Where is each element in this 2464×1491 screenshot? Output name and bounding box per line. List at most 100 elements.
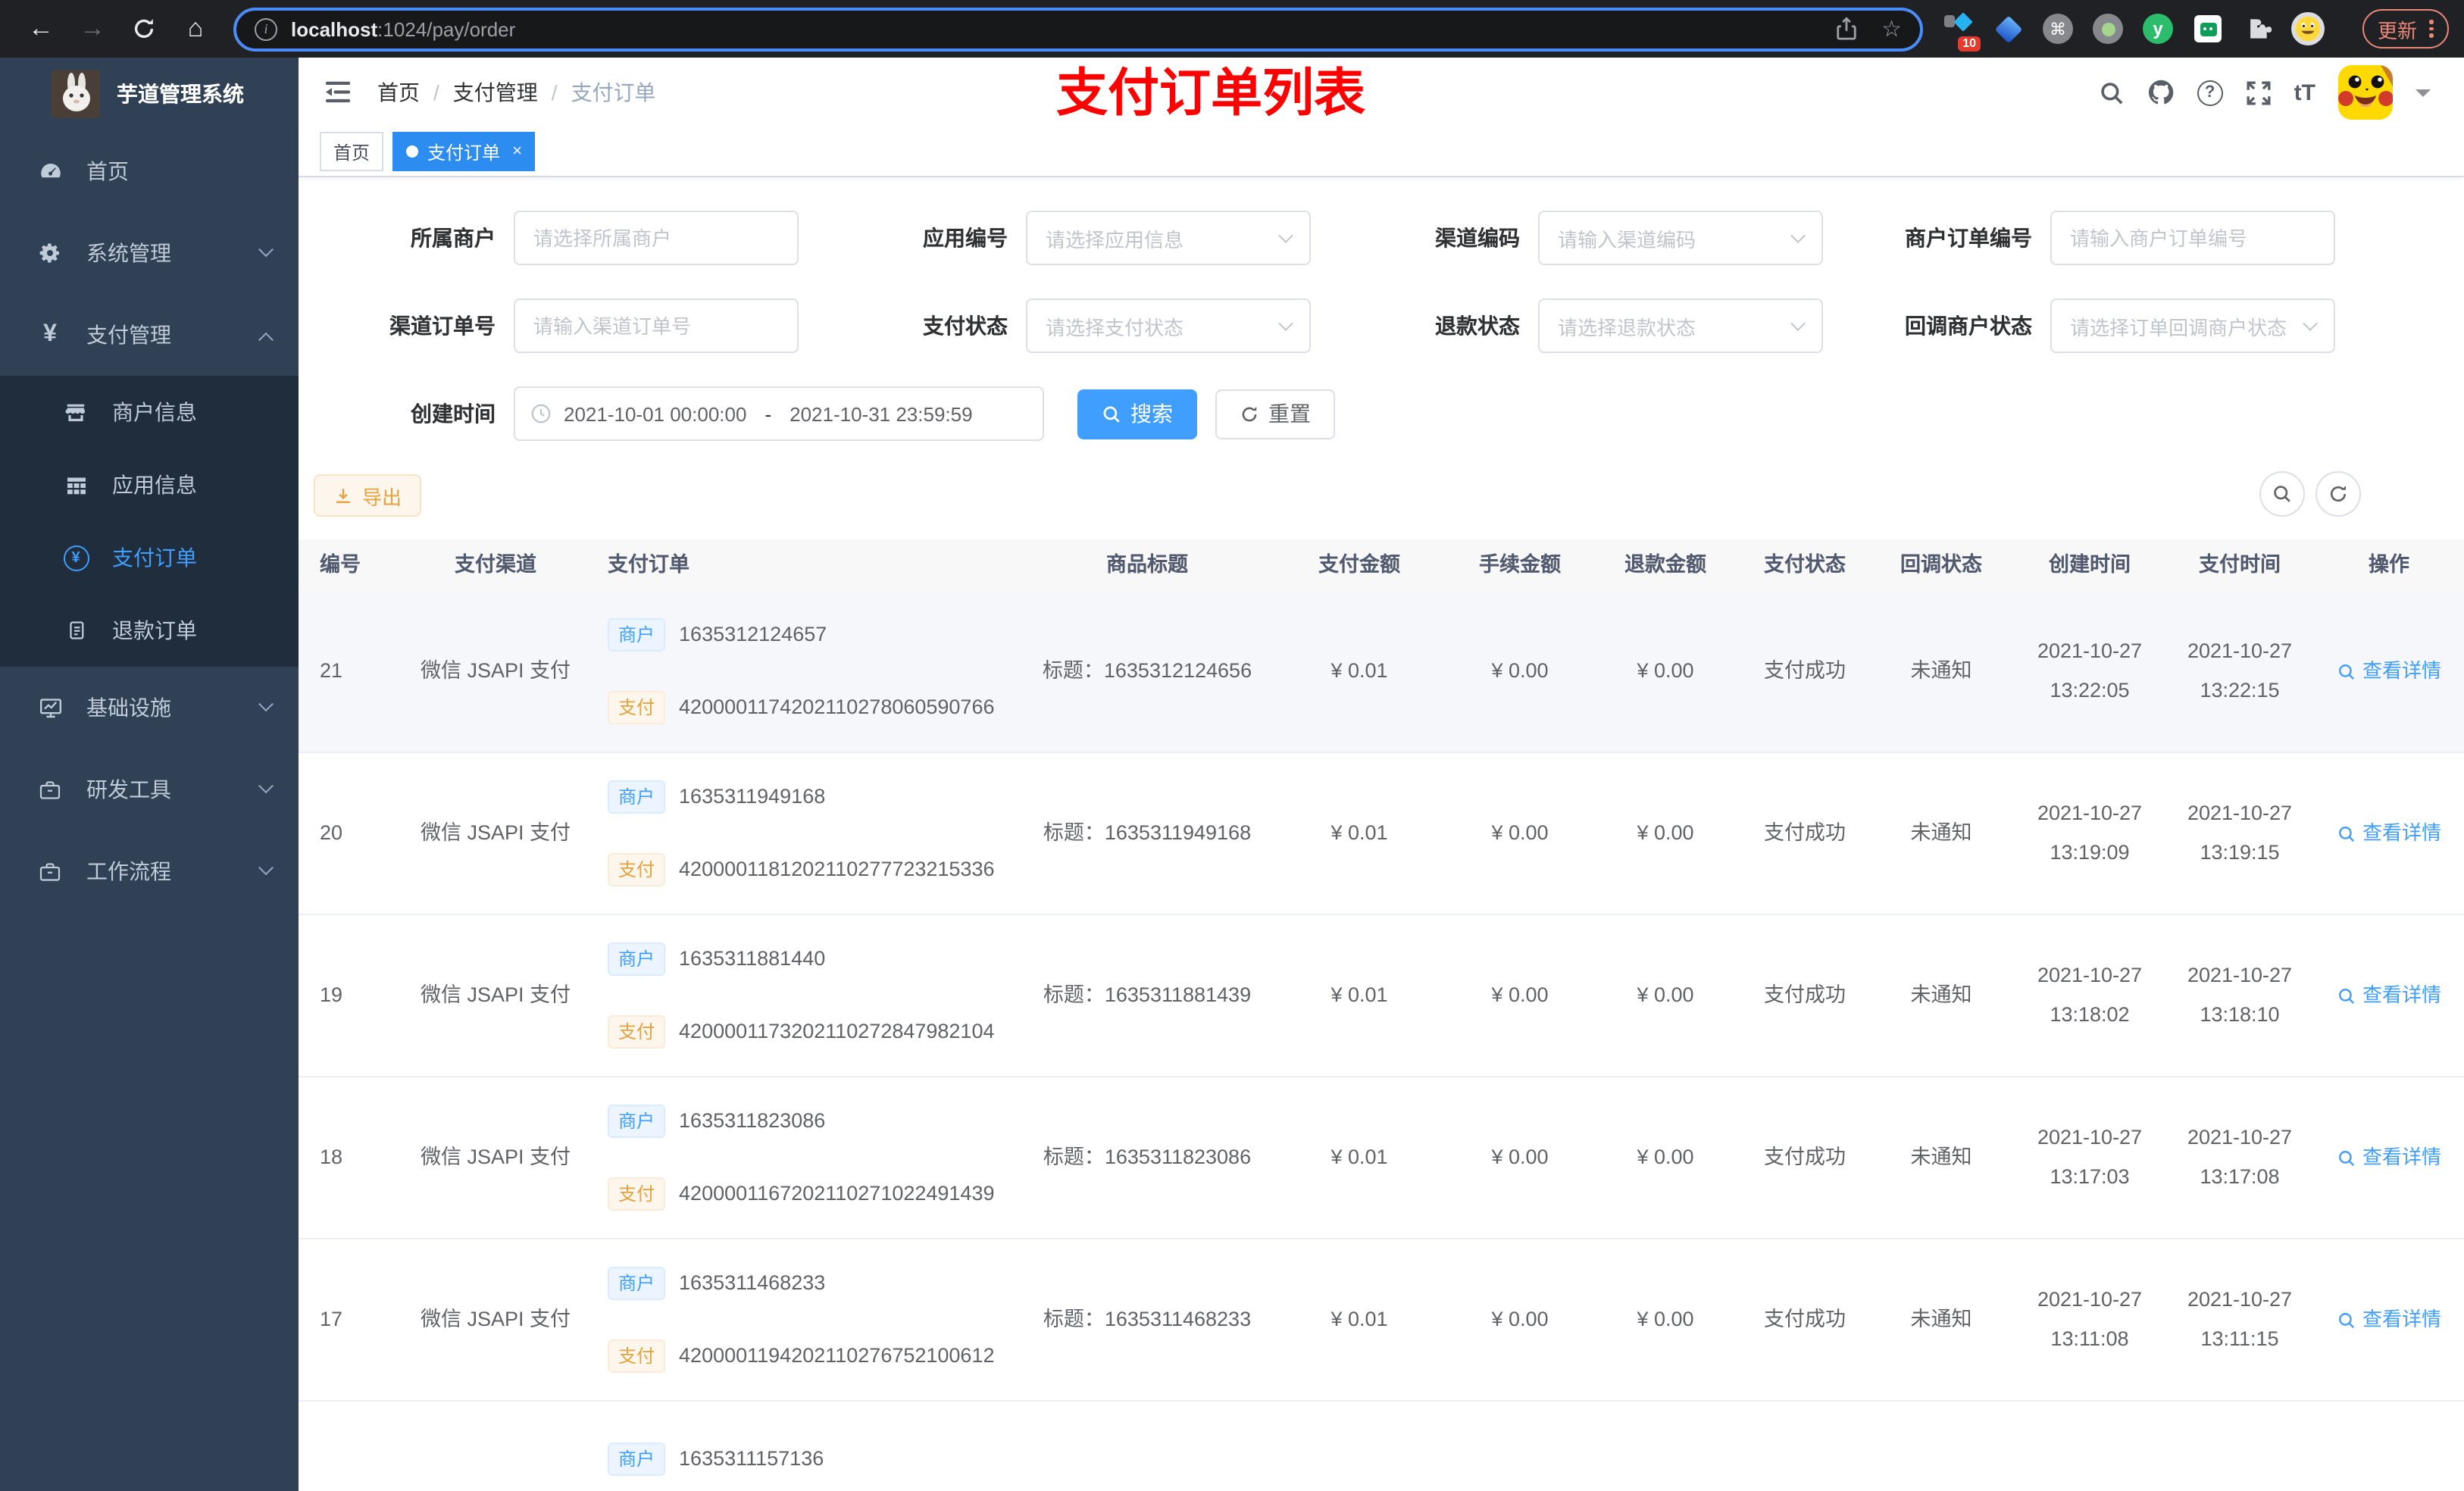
view-detail-link[interactable]: 查看详情	[2337, 976, 2441, 1015]
col-actions: 操作	[2369, 553, 2409, 576]
blocks-extension-icon[interactable]: 10	[1941, 12, 1981, 52]
merchant-order-no-input[interactable]	[2050, 211, 2335, 265]
tab-pay-order[interactable]: 支付订单 ×	[392, 132, 536, 171]
refund-status-select[interactable]: 请选择退款状态	[1538, 299, 1823, 353]
cell-channel: 微信 JSAPI 支付	[420, 983, 571, 1006]
view-detail-link[interactable]: 查看详情	[2337, 1300, 2441, 1339]
avatar-caret-icon[interactable]	[2416, 89, 2431, 104]
callback-status-select[interactable]: 请选择订单回调商户状态	[2050, 299, 2335, 353]
user-avatar[interactable]	[2338, 65, 2393, 120]
sidebar-item-label: 应用信息	[112, 473, 197, 497]
extension-badge: 10	[1958, 36, 1981, 52]
sidebar-item-infrastructure[interactable]: 基础设施	[0, 667, 299, 749]
merchant-tag: 商户	[608, 1267, 666, 1300]
help-icon[interactable]: ?	[2197, 80, 2223, 105]
cell-order-numbers: 商户 1635311157136	[602, 1402, 1026, 1479]
shop-icon	[61, 400, 91, 424]
table-body: 21 微信 JSAPI 支付 商户 1635312124657 支付 4200001…	[299, 591, 2464, 1491]
channel-order-no-input[interactable]	[514, 299, 799, 353]
sidebar-item-system[interactable]: 系统管理	[0, 212, 299, 294]
site-info-icon[interactable]: i	[255, 17, 277, 40]
cell-fee: ¥ 0.00	[1491, 1308, 1549, 1330]
cell-pay-status: 支付成功	[1764, 821, 1846, 844]
back-icon[interactable]: ←	[15, 8, 67, 50]
view-detail-link[interactable]: 查看详情	[2337, 1138, 2441, 1177]
kite-extension-icon[interactable]	[1991, 12, 2025, 45]
sidebar-item-merchant-info[interactable]: 商户信息	[0, 376, 299, 449]
view-detail-link[interactable]: 查看详情	[2337, 814, 2441, 853]
sidebar-item-refund-order[interactable]: 退款订单	[0, 594, 299, 667]
forward-icon[interactable]: →	[67, 8, 118, 50]
share-icon[interactable]	[1834, 17, 1857, 41]
merchant-tag: 商户	[608, 1443, 666, 1476]
merchant-filter-input[interactable]	[514, 211, 799, 265]
pay-order-no: 4200001194202110276752100612	[679, 1344, 995, 1367]
github-icon[interactable]	[2147, 79, 2175, 106]
pay-tag: 支付	[608, 1015, 666, 1049]
cell-pay-time: 2021-10-27 13:18:10	[2187, 964, 2293, 1026]
search-button[interactable]: 搜索	[1077, 389, 1197, 439]
sidebar-item-app-info[interactable]: 应用信息	[0, 449, 299, 521]
merchant-order-no: 1635311949168	[679, 785, 826, 808]
sidebar-item-label: 支付管理	[86, 323, 171, 347]
chevron-down-icon	[258, 859, 274, 875]
toggle-search-icon[interactable]	[2259, 471, 2305, 517]
chevron-down-icon	[258, 777, 274, 793]
cell-refund: ¥ 0.00	[1637, 659, 1694, 682]
font-size-icon[interactable]: tT	[2294, 80, 2315, 105]
view-detail-link[interactable]: 查看详情	[2337, 652, 2441, 691]
chevron-down-icon	[1278, 228, 1293, 243]
breadcrumb-separator: /	[433, 80, 439, 105]
toolbox-icon	[35, 778, 65, 801]
pay-order-no: 4200001181202110277723215336	[679, 858, 995, 880]
cell-title: 标题：1635311881439	[1043, 983, 1252, 1006]
reset-button[interactable]: 重置	[1215, 389, 1335, 439]
filter-label: 渠道编码	[1435, 226, 1520, 250]
address-bar[interactable]: i localhost:1024/pay/order ☆	[233, 7, 1923, 51]
home-icon[interactable]: ⌂	[170, 8, 221, 50]
cell-amount: ¥ 0.01	[1330, 983, 1388, 1006]
breadcrumb: 首页 / 支付管理 / 支付订单	[377, 77, 656, 108]
pay-order-no: 4200001174202110278060590766	[679, 695, 995, 718]
top-navbar: 首页 / 支付管理 / 支付订单 支付订单列表 ? tT	[299, 58, 2464, 127]
sidebar-toggle-icon[interactable]	[311, 65, 365, 120]
sidebar-item-home[interactable]: 首页	[0, 130, 299, 212]
sidebar-item-dev-tools[interactable]: 研发工具	[0, 749, 299, 830]
sidebar-item-pay-order[interactable]: ¥ 支付订单	[0, 521, 299, 594]
fullscreen-icon[interactable]	[2246, 80, 2272, 105]
tab-home[interactable]: 首页	[320, 132, 384, 171]
cell-create-time: 2021-10-27 13:22:05	[2037, 639, 2143, 702]
dot-extension-icon[interactable]	[2091, 12, 2125, 45]
sidebar-item-workflow[interactable]: 工作流程	[0, 830, 299, 912]
browser-menu-icon[interactable]	[2429, 20, 2434, 38]
reload-icon[interactable]	[118, 8, 170, 50]
extensions-puzzle-icon[interactable]	[2241, 12, 2275, 45]
col-amount: 支付金额	[1318, 553, 1400, 576]
col-title: 商品标题	[1106, 553, 1188, 576]
channel-code-select[interactable]: 请输入渠道编码	[1538, 211, 1823, 265]
active-tab-dot	[406, 145, 419, 158]
command-extension-icon[interactable]: ⌘	[2041, 12, 2075, 45]
app-id-select[interactable]: 请选择应用信息	[1026, 211, 1311, 265]
breadcrumb-home[interactable]: 首页	[377, 77, 420, 108]
close-tab-icon[interactable]: ×	[512, 142, 522, 161]
browser-update-button[interactable]: 更新	[2362, 9, 2449, 48]
cell-pay-status: 支付成功	[1764, 1146, 1846, 1168]
refresh-table-icon[interactable]	[2315, 471, 2361, 517]
monitor-chart-icon	[35, 695, 65, 720]
profile-emoji-icon[interactable]	[2291, 12, 2325, 45]
sidebar-item-payment[interactable]: ¥ 支付管理	[0, 294, 299, 376]
create-time-range-input[interactable]: 2021-10-01 00:00:00 - 2021-10-31 23:59:5…	[514, 386, 1044, 441]
cell-amount: ¥ 0.01	[1330, 1146, 1388, 1168]
cell-pay-status: 支付成功	[1764, 1308, 1846, 1330]
bookmark-star-icon[interactable]: ☆	[1881, 17, 1902, 40]
y-extension-icon[interactable]: y	[2141, 12, 2175, 45]
pay-tag: 支付	[608, 1177, 666, 1211]
chat-extension-icon[interactable]	[2191, 12, 2225, 45]
breadcrumb-payment[interactable]: 支付管理	[453, 77, 538, 108]
cell-id: 17	[320, 1308, 343, 1330]
pay-status-select[interactable]: 请选择支付状态	[1026, 299, 1311, 353]
url-path: :1024/pay/order	[377, 17, 516, 40]
search-icon[interactable]	[2099, 80, 2125, 105]
export-button[interactable]: 导出	[314, 474, 422, 517]
